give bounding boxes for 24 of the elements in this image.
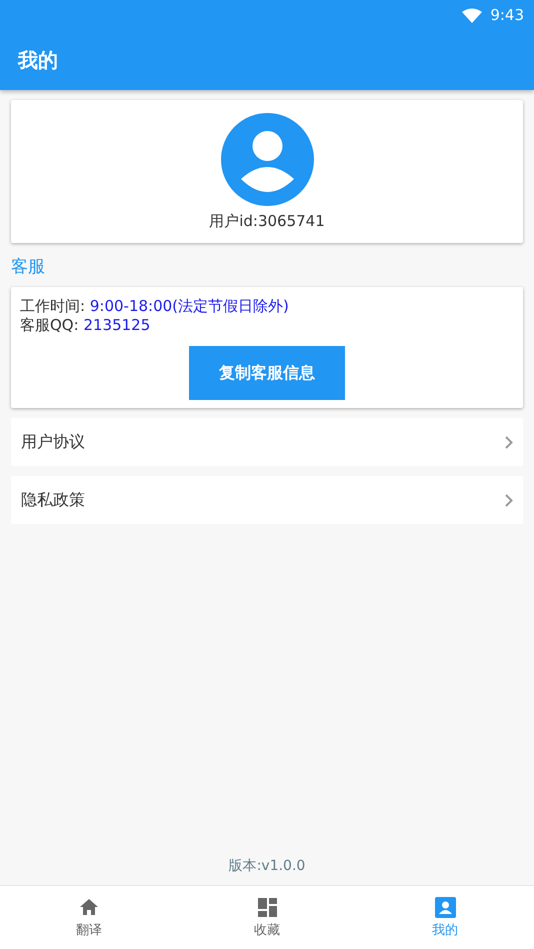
chevron-icon [505, 436, 513, 448]
menu-label: 隐私政策 [21, 490, 85, 510]
section-title: 客服 [11, 256, 46, 278]
avatar-icon [220, 112, 314, 206]
menu-item[interactable]: 用户协议 [11, 418, 523, 466]
dashboard-icon [256, 896, 278, 918]
home-icon [78, 896, 100, 918]
nav-tab[interactable]: 翻译 [0, 886, 178, 949]
info-value: 2135125 [83, 316, 150, 334]
user-id: 用户id:3065741 [209, 212, 325, 230]
info-label: 客服QQ: [20, 316, 79, 334]
copy-button[interactable]: 复制客服信息 [189, 346, 345, 400]
chevron-icon [505, 494, 513, 506]
nav-tab[interactable]: 我的 [356, 886, 534, 949]
page-title: 我的 [18, 46, 58, 74]
wifi-icon [462, 8, 482, 22]
info-value: 9:00-18:00(法定节假日除外) [90, 297, 289, 315]
menu-label: 用户协议 [21, 432, 85, 452]
menu-item[interactable]: 隐私政策 [11, 476, 523, 524]
profile-icon [434, 896, 456, 918]
version-text: 版本:v1.0.0 [228, 857, 306, 875]
clock-time: 9:43 [490, 6, 524, 24]
nav-tab[interactable]: 收藏 [178, 886, 356, 949]
info-label: 工作时间: [20, 297, 86, 315]
